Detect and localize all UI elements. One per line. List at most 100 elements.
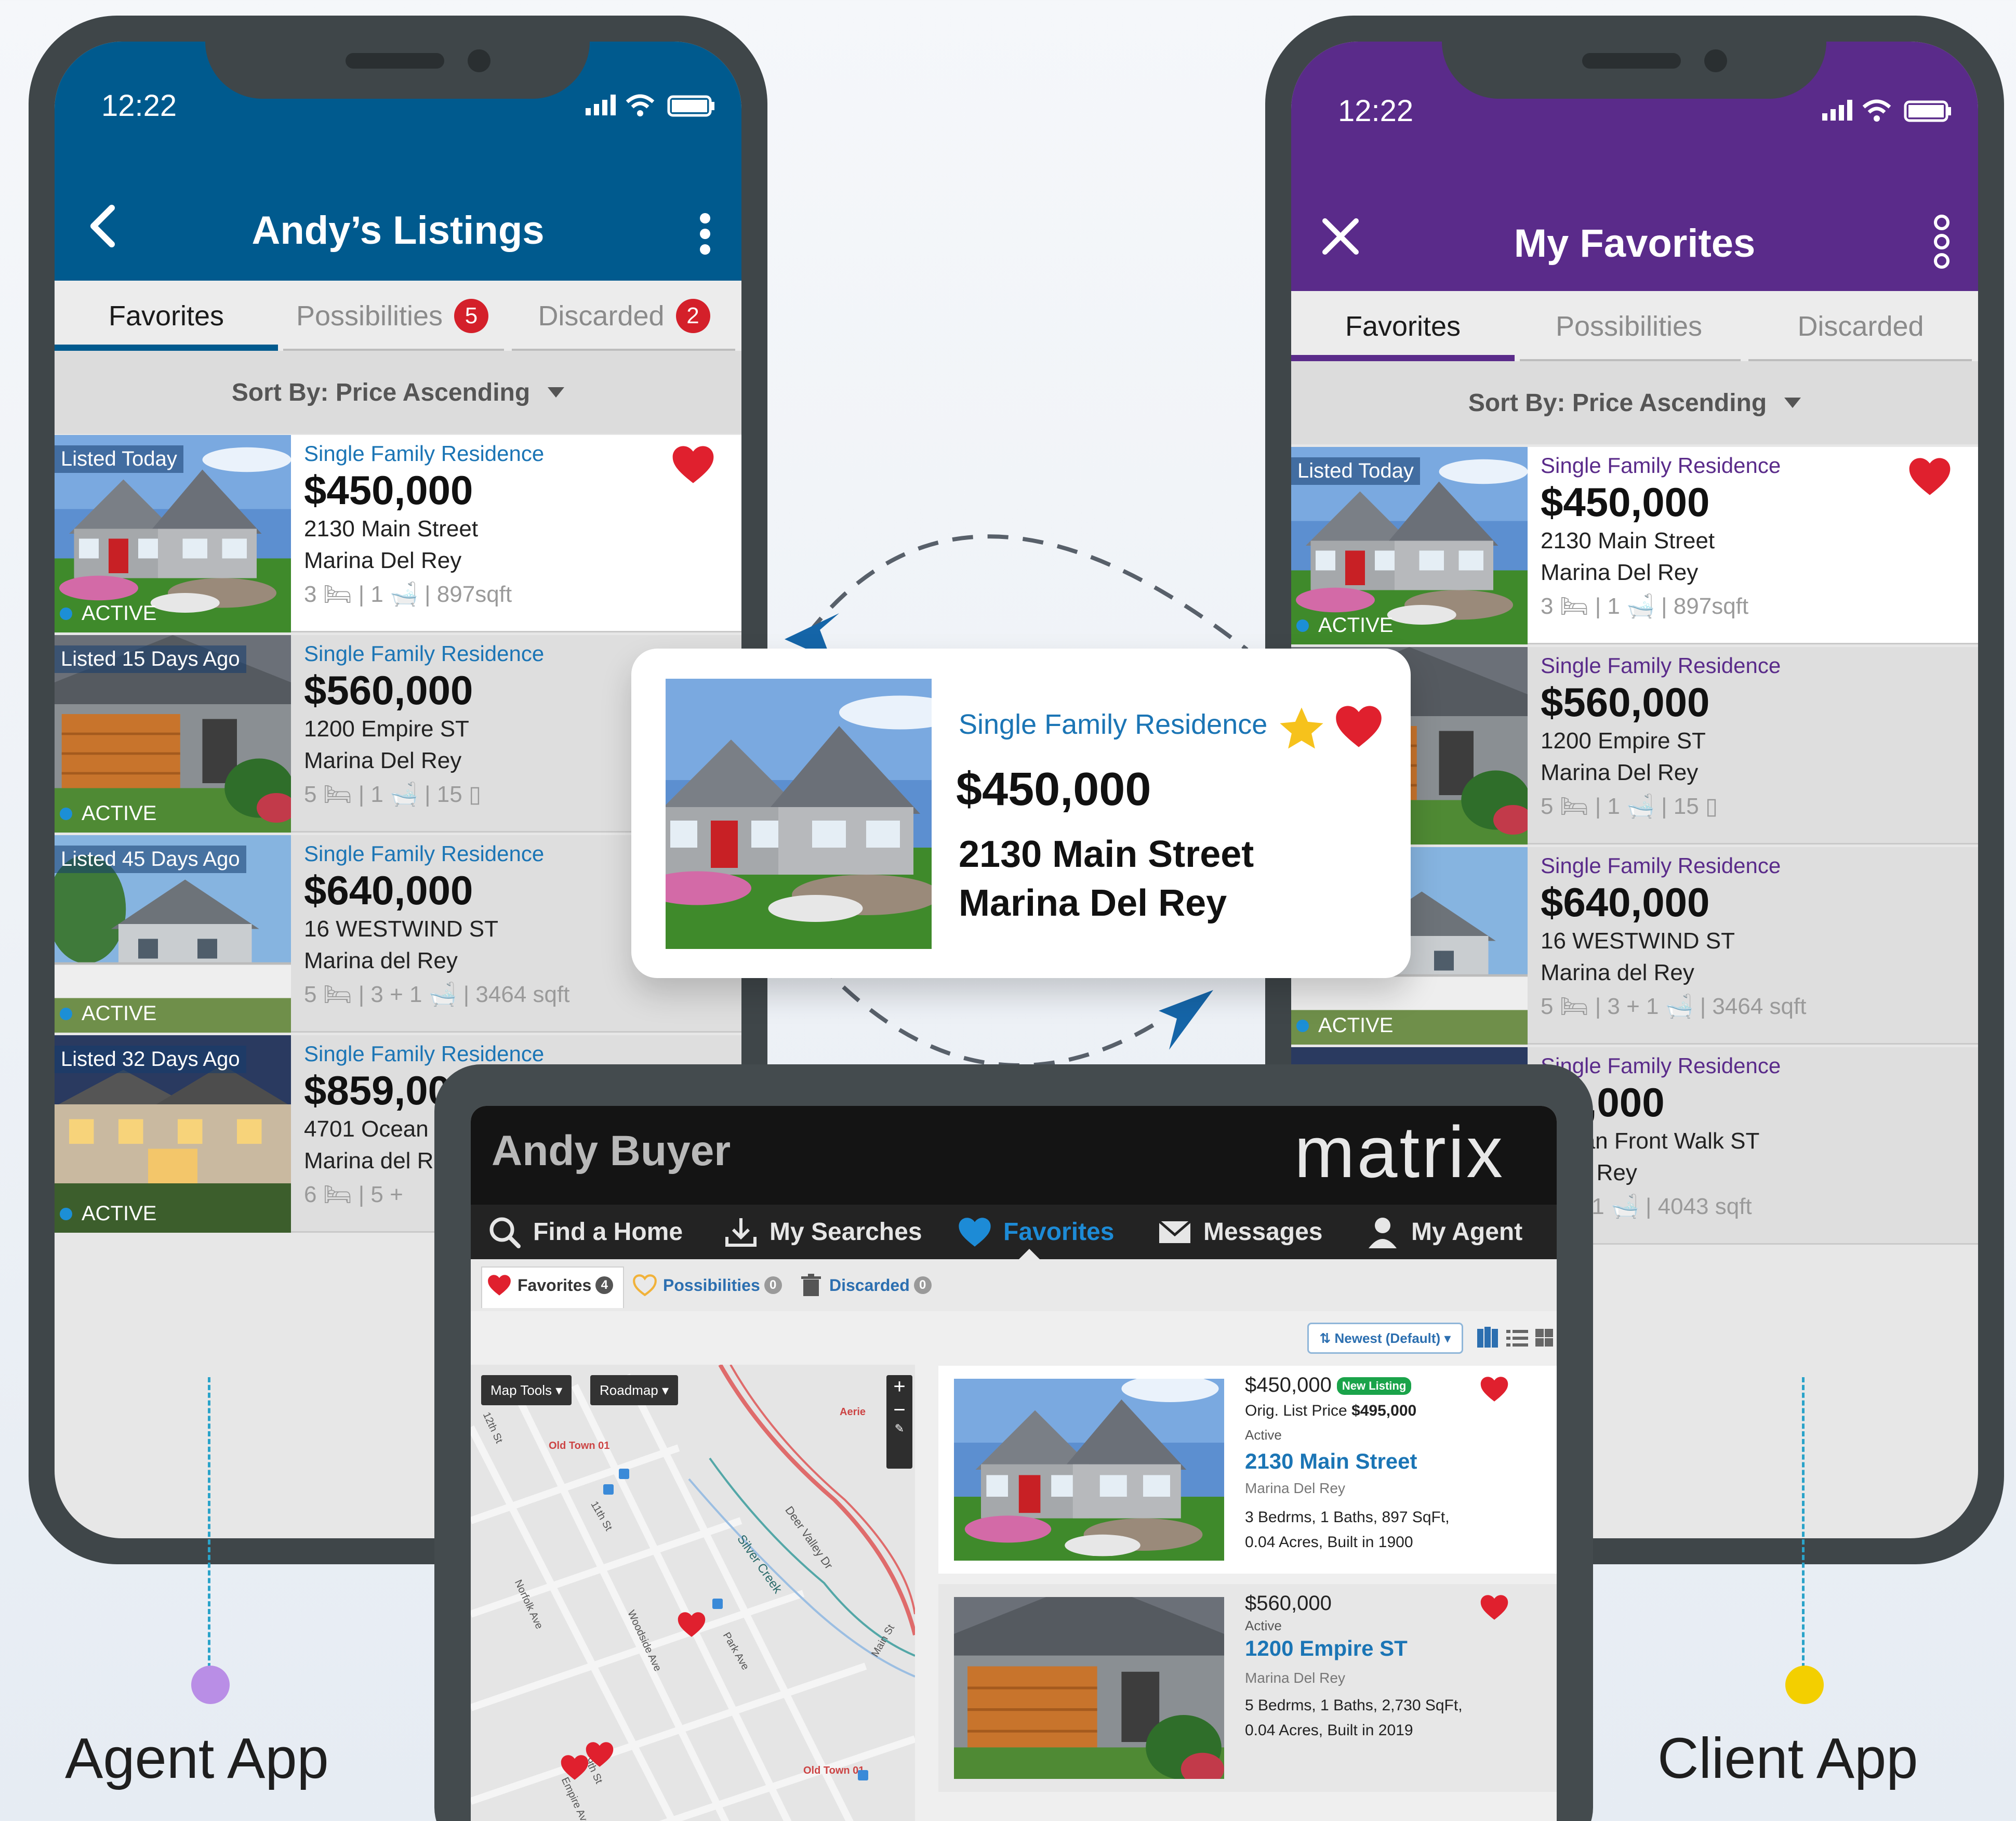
sort-button[interactable]: ⇅ Newest (Default) ▾ bbox=[1307, 1323, 1463, 1354]
listing-address-link[interactable]: 2130 Main Street bbox=[1245, 1449, 1417, 1474]
listing-price: $450,000 New Listing bbox=[1245, 1374, 1412, 1397]
arrow-head-icon bbox=[1159, 990, 1213, 1050]
subtab-label: Favorites bbox=[518, 1275, 592, 1295]
tablet-device: Andy Buyer matrix Find a Home My Searche… bbox=[434, 1064, 1593, 1821]
map-marker-icon[interactable] bbox=[603, 1484, 614, 1495]
sort-dropdown[interactable]: Sort By: Price Ascending bbox=[55, 351, 741, 434]
listed-tag: Listed Today bbox=[55, 445, 183, 473]
heart-icon[interactable] bbox=[670, 441, 717, 488]
listed-tag: Listed 15 Days Ago bbox=[55, 645, 246, 673]
listing-address: 2130 Main Street Marina Del Rey bbox=[959, 830, 1254, 928]
zoom-controls[interactable]: + − ✎ bbox=[886, 1375, 912, 1469]
tab-possibilities[interactable]: Possibilities bbox=[1515, 291, 1743, 361]
roadmap-button[interactable]: Roadmap ▾ bbox=[590, 1375, 679, 1405]
heart-icon[interactable] bbox=[1479, 1374, 1510, 1405]
heart-icon[interactable] bbox=[1479, 1592, 1510, 1623]
signal-wifi-battery-icon bbox=[586, 94, 714, 117]
draw-tool-icon[interactable]: ✎ bbox=[886, 1422, 912, 1435]
orig-value: $495,000 bbox=[1351, 1402, 1417, 1419]
agent-tabs: Favorites Possibilities 5 Discarded 2 bbox=[55, 281, 741, 351]
tab-possibilities[interactable]: Possibilities 5 bbox=[278, 281, 507, 351]
sort-dropdown[interactable]: Sort By: Price Ascending bbox=[1291, 361, 1978, 444]
nav-messages[interactable]: Messages bbox=[1157, 1205, 1322, 1259]
listing-photo bbox=[954, 1597, 1224, 1779]
zoom-out-button[interactable]: − bbox=[886, 1398, 912, 1422]
status-text: ACTIVE bbox=[1318, 614, 1394, 637]
specs-line: 3 Bedrms, 1 Baths, 897 SqFt, bbox=[1245, 1509, 1450, 1526]
listing-city: Marina Del Rey bbox=[304, 548, 462, 574]
camera bbox=[1704, 49, 1727, 72]
listing-city: a del Rey bbox=[1541, 1160, 1637, 1186]
map-tools-button[interactable]: Map Tools ▾ bbox=[481, 1375, 572, 1405]
client-dot bbox=[1785, 1666, 1824, 1704]
listing-street: 16 WESTWIND ST bbox=[1541, 928, 1735, 954]
matrix-screen: Andy Buyer matrix Find a Home My Searche… bbox=[471, 1106, 1557, 1821]
listing-type: Single Family Residence bbox=[304, 441, 545, 466]
listing-city: Marina Del Rey bbox=[1541, 560, 1699, 586]
listed-tag: Listed 32 Days Ago bbox=[55, 1046, 246, 1073]
view-toggle-icons[interactable] bbox=[1476, 1323, 1557, 1354]
listing-status: Active bbox=[1245, 1618, 1282, 1633]
client-tabs: Favorites Possibilities Discarded bbox=[1291, 291, 1978, 361]
listing-meta: 5 🛏 | 1 🛁 | 15 ▯ bbox=[1541, 794, 1718, 820]
zoom-in-button[interactable]: + bbox=[886, 1375, 912, 1398]
listing-specs: 3 Bedrms, 1 Baths, 897 SqFt, 0.04 Acres, … bbox=[1245, 1505, 1450, 1555]
tab-label: Favorites bbox=[108, 300, 224, 332]
listing-popup-card[interactable]: Single Family Residence $450,000 2130 Ma… bbox=[631, 649, 1411, 978]
specs-line: 0.04 Acres, Built in 2019 bbox=[1245, 1722, 1413, 1739]
listing-price: $450,000 bbox=[956, 763, 1151, 815]
map-marker-heart-icon[interactable] bbox=[559, 1752, 590, 1783]
possibilities-badge: 5 bbox=[454, 298, 489, 333]
tab-discarded[interactable]: Discarded 2 bbox=[507, 281, 741, 351]
status-label: ACTIVE bbox=[1296, 1014, 1393, 1037]
listing-price: $640,000 bbox=[1541, 879, 1710, 925]
person-icon bbox=[1369, 1217, 1397, 1248]
listing-card[interactable]: $560,000 Active 1200 Empire ST Marina De… bbox=[938, 1584, 1557, 1792]
tab-discarded[interactable]: Discarded bbox=[1743, 291, 1978, 361]
heart-icon[interactable] bbox=[1906, 453, 1953, 500]
subtab-discarded[interactable]: Discarded 0 bbox=[798, 1259, 932, 1311]
status-dot bbox=[1296, 619, 1309, 632]
specs-line: 0.04 Acres, Built in 1900 bbox=[1245, 1534, 1413, 1551]
listing-card[interactable]: $450,000 New Listing Orig. List Price $49… bbox=[938, 1366, 1557, 1574]
map-label: Aerie bbox=[840, 1406, 866, 1418]
more-vertical-icon[interactable] bbox=[1921, 208, 1962, 275]
discarded-badge: 2 bbox=[675, 298, 710, 333]
status-time: 12:22 bbox=[1338, 94, 1414, 128]
nav-find-a-home[interactable]: Find a Home bbox=[486, 1205, 683, 1259]
heart-icon[interactable] bbox=[1333, 701, 1385, 753]
map-marker-heart-icon[interactable] bbox=[676, 1609, 707, 1640]
listing-address-link[interactable]: 1200 Empire ST bbox=[1245, 1636, 1408, 1661]
camera bbox=[468, 49, 490, 72]
nav-my-searches[interactable]: My Searches bbox=[723, 1205, 922, 1259]
map-marker-icon[interactable] bbox=[858, 1770, 868, 1780]
listing-photo: Listed 15 Days Ago ACTIVE bbox=[55, 635, 291, 833]
nav-my-agent[interactable]: My Agent bbox=[1364, 1205, 1522, 1259]
subtab-favorites[interactable]: Favorites 4 bbox=[486, 1259, 614, 1311]
map-marker-icon[interactable] bbox=[619, 1469, 629, 1479]
search-icon bbox=[489, 1217, 521, 1248]
star-icon[interactable] bbox=[1276, 703, 1328, 755]
active-tab-indicator bbox=[1291, 355, 1515, 361]
subtab-label: Possibilities bbox=[663, 1275, 760, 1295]
listing-row[interactable]: Listed Today ACTIVE Single Family Residenc… bbox=[55, 435, 741, 632]
agent-connector-line bbox=[208, 1377, 210, 1668]
original-price: Orig. List Price $495,000 bbox=[1245, 1402, 1416, 1420]
tab-favorites[interactable]: Favorites bbox=[55, 281, 278, 351]
listing-meta: 3 🛏 | 1 🛁 | 897sqft bbox=[304, 582, 512, 608]
tab-favorites[interactable]: Favorites bbox=[1291, 291, 1515, 361]
active-tab-indicator bbox=[55, 345, 278, 351]
more-vertical-icon[interactable] bbox=[684, 197, 726, 265]
map-view[interactable]: Map Tools ▾ Roadmap ▾ + − ✎ Old Town 01 … bbox=[471, 1365, 915, 1821]
agent-app-caption: Agent App bbox=[65, 1726, 329, 1790]
listing-photo: Listed Today ACTIVE bbox=[55, 435, 291, 632]
subtab-possibilities[interactable]: Possibilities 0 bbox=[632, 1259, 782, 1311]
listing-row[interactable]: Listed Today ACTIVE Single Family Residenc… bbox=[1291, 447, 1978, 644]
map-marker-icon[interactable] bbox=[712, 1599, 723, 1609]
count-badge: 4 bbox=[595, 1276, 614, 1294]
orig-label: Orig. List Price bbox=[1245, 1402, 1347, 1419]
listing-street: 1200 Empire ST bbox=[1541, 728, 1706, 754]
phone-notch bbox=[1442, 42, 1826, 99]
speaker bbox=[1582, 53, 1681, 69]
nav-label: Find a Home bbox=[533, 1218, 683, 1246]
